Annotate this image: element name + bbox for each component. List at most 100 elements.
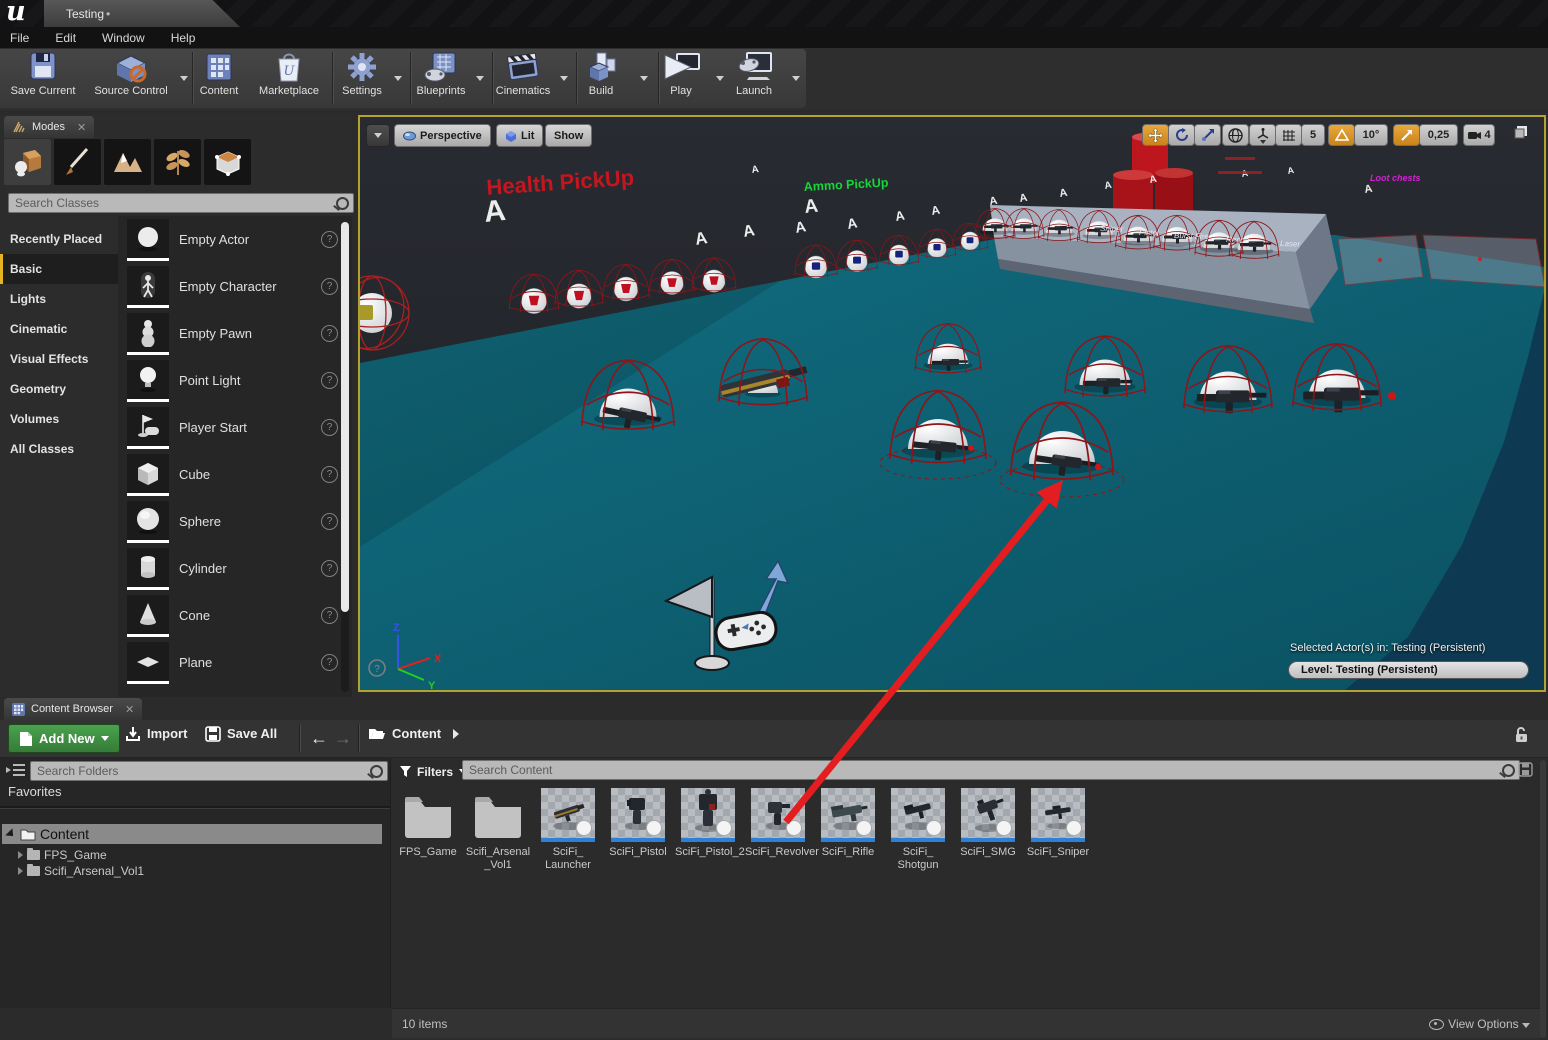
search-folders-input[interactable] [35, 763, 370, 779]
help-icon[interactable]: ? [321, 560, 338, 577]
scale-tool-button[interactable] [1194, 124, 1221, 146]
asset-scifi-rifle[interactable]: SciFi_Rifle [815, 788, 881, 859]
lock-icon[interactable] [1513, 726, 1529, 749]
help-icon[interactable]: ? [321, 419, 338, 436]
modes-tab[interactable]: Modes ✕ [4, 116, 94, 138]
favorites-header[interactable]: Favorites [8, 784, 61, 799]
help-icon[interactable]: ? [321, 466, 338, 483]
asset-scifi-revolver[interactable]: SciFi_Revolver [745, 788, 811, 859]
marketplace-button[interactable]: U Marketplace [252, 51, 326, 106]
lit-mode-button[interactable]: Lit [496, 124, 543, 147]
maximize-viewport-icon[interactable] [1513, 124, 1529, 145]
mode-landscape[interactable] [104, 139, 151, 185]
cinematics-dropdown[interactable] [560, 76, 568, 81]
category-visual-effects[interactable]: Visual Effects [0, 344, 118, 374]
asset-scifi-pistol[interactable]: SciFi_Pistol [605, 788, 671, 859]
help-icon[interactable]: ? [321, 654, 338, 671]
launch-dropdown[interactable] [792, 76, 800, 81]
asset-scifi-pistol-2[interactable]: SciFi_Pistol_2 [675, 788, 741, 859]
search-classes-input[interactable] [13, 195, 336, 211]
mode-place[interactable] [4, 139, 51, 185]
source-control-button[interactable]: Source Control [88, 51, 174, 106]
menu-file[interactable]: File [10, 31, 29, 45]
breadcrumb[interactable]: Content [368, 720, 459, 747]
item-empty-actor[interactable]: Empty Actor? [118, 216, 352, 263]
source-control-dropdown[interactable] [180, 76, 188, 81]
tree-item-scifi-arsenal[interactable]: Scifi_Arsenal_Vol1 [18, 863, 144, 879]
item-empty-character[interactable]: Empty Character? [118, 263, 352, 310]
forward-button[interactable]: → [334, 728, 352, 749]
filters-button[interactable]: Filters [400, 758, 467, 785]
asset-scifi-smg[interactable]: SciFi_SMG [955, 788, 1021, 859]
category-cinematic[interactable]: Cinematic [0, 314, 118, 344]
scale-snap-button[interactable] [1393, 124, 1420, 146]
menu-window[interactable]: Window [102, 31, 145, 45]
back-button[interactable]: ← [310, 728, 328, 749]
category-recently-placed[interactable]: Recently Placed [0, 224, 118, 254]
collapsed-arrow-icon[interactable] [18, 867, 23, 875]
asset-scifi-launcher[interactable]: SciFi_ Launcher [535, 788, 601, 872]
mode-geometry[interactable] [204, 139, 251, 185]
asset-scifi-sniper[interactable]: SciFi_Sniper [1025, 788, 1091, 859]
perspective-button[interactable]: Perspective [394, 124, 491, 147]
save-current-button[interactable]: Save Current [6, 51, 80, 106]
surface-snap-button[interactable] [1249, 124, 1276, 146]
help-icon[interactable]: ? [321, 513, 338, 530]
help-icon[interactable]: ? [321, 372, 338, 389]
category-volumes[interactable]: Volumes [0, 404, 118, 434]
modes-scrollbar-thumb[interactable] [341, 222, 349, 612]
expand-arrow-icon[interactable] [5, 828, 16, 839]
category-all-classes[interactable]: All Classes [0, 434, 118, 464]
content-scrollbar[interactable] [1540, 760, 1546, 1038]
menu-help[interactable]: Help [171, 31, 196, 45]
asset-fps-game-folder[interactable]: FPS_Game [395, 788, 461, 859]
add-new-button[interactable]: Add New [8, 724, 120, 753]
item-sphere[interactable]: Sphere? [118, 498, 352, 545]
world-local-toggle[interactable] [1222, 124, 1249, 146]
save-search-icon[interactable] [1518, 762, 1533, 782]
trigger-volume-boxes[interactable] [1338, 235, 1544, 287]
item-plane[interactable]: Plane? [118, 639, 352, 686]
viewport-options-dropdown[interactable] [366, 124, 390, 147]
play-button[interactable]: Play [656, 51, 706, 106]
help-icon[interactable]: ? [321, 231, 338, 248]
build-button[interactable]: Build [574, 51, 628, 106]
sources-toggle-icon[interactable] [6, 762, 26, 783]
collapsed-arrow-icon[interactable] [18, 851, 23, 859]
rotate-tool-button[interactable] [1168, 124, 1195, 146]
settings-button[interactable]: Settings [332, 51, 392, 106]
blueprints-button[interactable]: Blueprints [408, 51, 474, 106]
search-content-input[interactable] [467, 762, 1502, 778]
level-tab[interactable]: Testing • [44, 0, 240, 27]
asset-scifi-shotgun[interactable]: SciFi_ Shotgun [885, 788, 951, 872]
item-player-start[interactable]: Player Start? [118, 404, 352, 451]
item-empty-pawn[interactable]: Empty Pawn? [118, 310, 352, 357]
tree-item-fps-game[interactable]: FPS_Game [18, 847, 107, 863]
category-lights[interactable]: Lights [0, 284, 118, 314]
category-geometry[interactable]: Geometry [0, 374, 118, 404]
angle-snap-button[interactable] [1328, 124, 1355, 146]
level-viewport[interactable]: A A A A A A A A A A A A A A A A A Health… [358, 115, 1546, 692]
angle-snap-value[interactable]: 10° [1354, 124, 1388, 146]
category-basic[interactable]: Basic [0, 254, 118, 284]
scale-snap-value[interactable]: 0,25 [1419, 124, 1458, 146]
camera-speed-button[interactable]: 4 [1463, 124, 1495, 146]
mode-paint[interactable] [54, 139, 101, 185]
save-all-button[interactable]: Save All [205, 720, 277, 747]
item-point-light[interactable]: Point Light? [118, 357, 352, 404]
view-options-button[interactable]: View Options [1429, 1017, 1530, 1031]
cinematics-button[interactable]: Cinematics [488, 51, 558, 106]
build-dropdown[interactable] [640, 76, 648, 81]
close-icon[interactable]: ✕ [77, 121, 86, 134]
help-icon[interactable]: ? [321, 607, 338, 624]
item-cube[interactable]: Cube? [118, 451, 352, 498]
menu-edit[interactable]: Edit [55, 31, 76, 45]
move-tool-button[interactable] [1142, 124, 1169, 146]
content-button[interactable]: Content [190, 51, 248, 106]
tree-root-content[interactable]: Content [2, 824, 382, 844]
content-browser-tab[interactable]: Content Browser ✕ [4, 698, 142, 720]
import-button[interactable]: Import [125, 720, 187, 747]
level-indicator[interactable]: Level: Testing (Persistent) [1288, 661, 1529, 679]
grid-snap-value[interactable]: 5 [1301, 124, 1325, 146]
help-icon[interactable]: ? [321, 325, 338, 342]
